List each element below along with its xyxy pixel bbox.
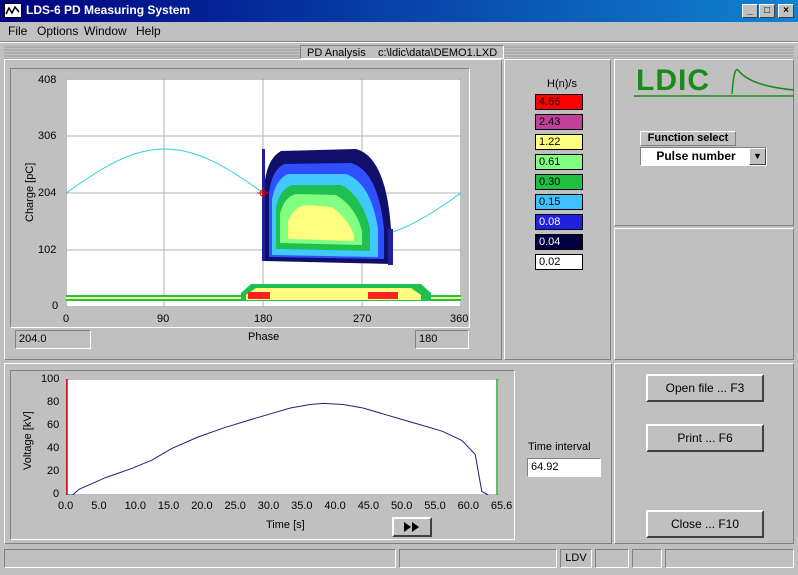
pd-xtick: 270 [353, 313, 372, 325]
voltage-ylabel: Voltage [kV] [22, 411, 34, 470]
pd-ytick: 0 [52, 300, 59, 312]
menu-window[interactable]: Window [84, 24, 127, 38]
v-xtick: 40.0 [324, 500, 346, 512]
v-xtick: 55.0 [424, 500, 446, 512]
pd-plot-area[interactable] [66, 79, 461, 307]
maximize-icon[interactable]: □ [759, 4, 775, 18]
pd-ytick: 204 [38, 187, 57, 199]
menu-options[interactable]: Options [37, 24, 78, 38]
cursor-phase-readout: 180 [415, 330, 469, 349]
voltage-plot-area[interactable] [66, 379, 499, 495]
pd-xlabel: Phase [248, 331, 280, 343]
v-xtick: 45.0 [357, 500, 380, 512]
v-xtick: 65.6 [490, 500, 513, 512]
legend-entry: 0.04 [535, 234, 583, 250]
function-select-label: Function select [640, 131, 736, 146]
status-cell-main [4, 549, 396, 568]
legend-entry: 0.61 [535, 154, 583, 170]
pd-ylabel: Charge [pC] [24, 162, 36, 222]
legend-entry: 0.08 [535, 214, 583, 230]
legend-entry: 0.30 [535, 174, 583, 190]
function-select-value: Pulse number [656, 149, 736, 163]
legend-entry: 1.22 [535, 134, 583, 150]
status-cell-4 [595, 549, 629, 568]
voltage-xlabel: Time [s] [266, 519, 305, 531]
cursor-charge-readout: 204.0 [15, 330, 91, 349]
close-icon[interactable]: × [778, 4, 794, 18]
status-cell-5 [632, 549, 662, 568]
pd-ytick: 102 [38, 244, 57, 256]
pd-xtick: 180 [254, 313, 273, 325]
function-select-dropdown[interactable]: Pulse number ▼ [640, 147, 767, 166]
v-xtick: 10.0 [124, 500, 147, 512]
status-ldv: LDV [560, 549, 592, 568]
v-ytick: 80 [47, 396, 60, 408]
v-xtick: 25.0 [224, 500, 246, 512]
legend-entry: 0.02 [535, 254, 583, 270]
print-button[interactable]: Print ... F6 [646, 424, 764, 452]
status-cell-2 [399, 549, 557, 568]
minimize-icon[interactable]: _ [742, 4, 758, 18]
v-xtick: 50.0 [391, 500, 413, 512]
legend-entry: 4.66 [535, 94, 583, 110]
v-xtick: 60.0 [457, 500, 480, 512]
v-xtick: 30.0 [257, 500, 280, 512]
menu-file[interactable]: File [8, 24, 27, 38]
v-ytick: 0 [53, 488, 60, 500]
fast-forward-icon [404, 522, 419, 532]
v-ytick: 40 [47, 442, 60, 454]
time-interval-label: Time interval [528, 441, 591, 453]
pd-analysis-header: PD Analysis c:\ldic\data\DEMO1.LXD [300, 45, 505, 59]
legend-entry: 2.43 [535, 114, 583, 130]
pd-xtick: 0 [63, 313, 70, 325]
v-xtick: 0.0 [58, 500, 74, 512]
pd-ytick: 306 [38, 130, 57, 142]
v-xtick: 20.0 [191, 500, 213, 512]
menu-help[interactable]: Help [136, 24, 161, 38]
empty-panel [614, 228, 794, 360]
file-path: c:\ldic\data\DEMO1.LXD [377, 47, 498, 59]
pd-xtick: 360 [450, 313, 469, 325]
status-cell-6 [665, 549, 794, 568]
legend-title: H(n)/s [547, 78, 577, 90]
dropdown-arrow-icon[interactable]: ▼ [749, 148, 766, 165]
v-xtick: 5.0 [91, 500, 107, 512]
v-ytick: 60 [47, 419, 60, 431]
v-ytick: 20 [47, 465, 60, 477]
v-xtick: 15.0 [157, 500, 180, 512]
time-interval-value[interactable]: 64.92 [527, 458, 601, 477]
window-title: LDS-6 PD Measuring System [26, 3, 191, 17]
title-bar: LDS-6 PD Measuring System _ □ × [0, 0, 798, 22]
open-file-button[interactable]: Open file ... F3 [646, 374, 764, 402]
pd-xtick: 90 [157, 313, 170, 325]
menu-divider [0, 41, 798, 43]
close-button[interactable]: Close ... F10 [646, 510, 764, 538]
ldic-logo: LDIC [614, 60, 794, 100]
pd-ytick: 408 [38, 74, 57, 86]
legend-entry: 0.15 [535, 194, 583, 210]
play-button[interactable] [392, 517, 432, 537]
analysis-label: PD Analysis [307, 47, 366, 59]
app-icon[interactable] [4, 3, 22, 18]
v-ytick: 100 [41, 373, 60, 385]
menu-bar: File Options Window Help [0, 22, 798, 41]
v-xtick: 35.0 [291, 500, 313, 512]
